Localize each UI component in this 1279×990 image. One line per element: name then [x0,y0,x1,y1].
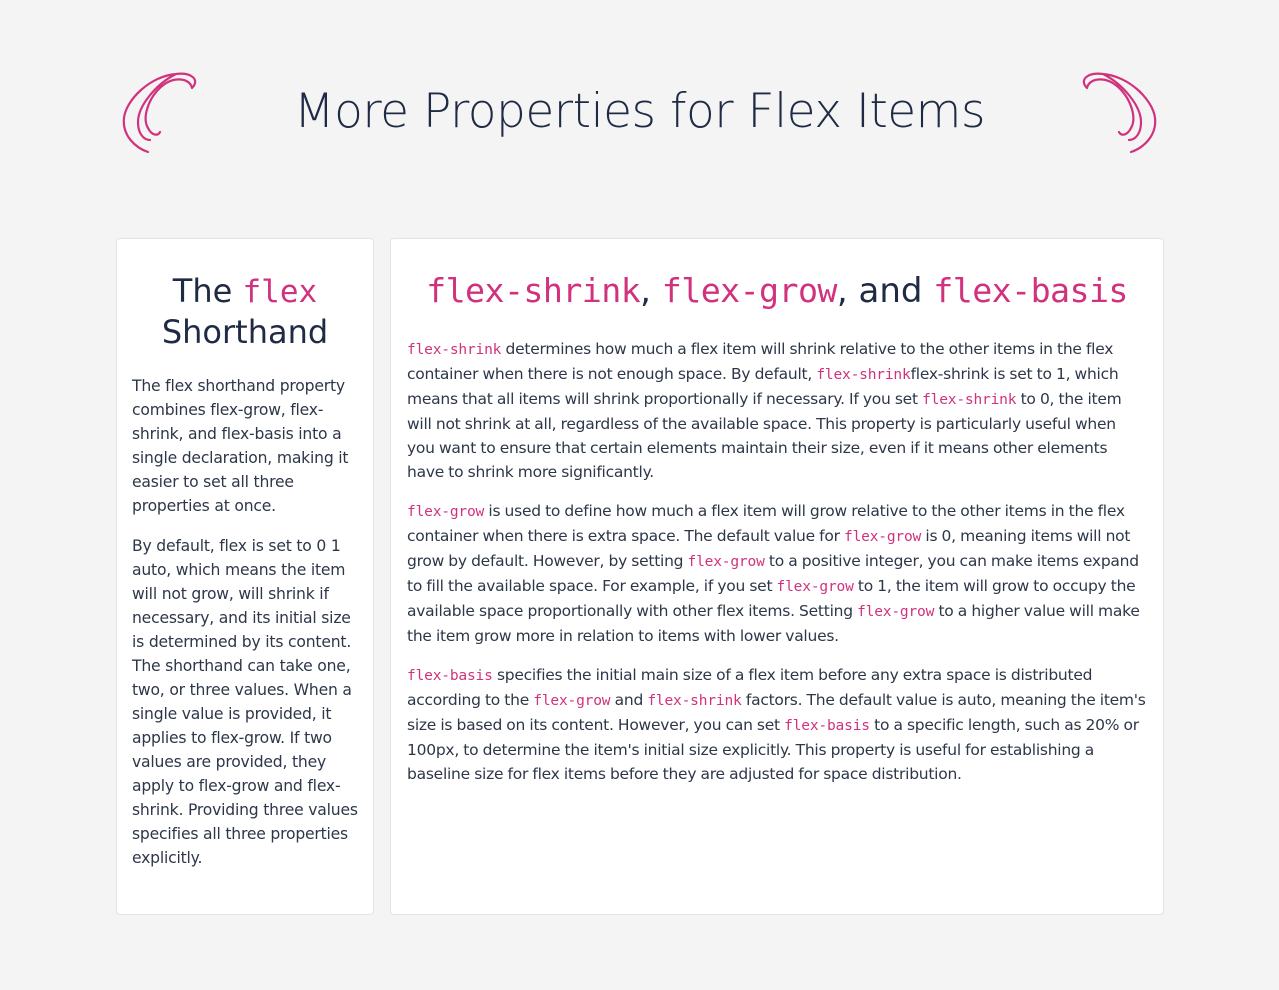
inline-code: flex-grow [776,578,854,595]
shorthand-intro-paragraph: The flex shorthand property combines fle… [132,377,349,515]
flex-properties-title: flex-shrink, flex-grow, and flex-basis [407,271,1147,311]
flex-basis-paragraph: flex-basis specifies the initial main si… [407,663,1147,786]
title-suffix: Shorthand [161,313,329,351]
inline-code: flex-grow [857,603,935,620]
title-code: flex [242,274,318,310]
page-header: More Properties for Flex Items [0,60,1279,160]
flex-shorthand-card: The flex Shorthand The flex shorthand pro… [116,238,374,915]
title-prefix: The [172,272,233,310]
swirl-ornament-right-icon [1082,72,1157,154]
shorthand-default-paragraph: By default, flex is set to 0 1 auto, whi… [132,537,358,867]
flex-shrink-paragraph: flex-shrink determines how much a flex i… [407,337,1147,484]
paragraph-text: and [610,691,648,709]
title-code-basis: flex-basis [933,271,1128,310]
title-code-grow: flex-grow [661,271,838,310]
flex-grow-paragraph: flex-grow is used to define how much a f… [407,499,1147,648]
flex-shorthand-title: The flex Shorthand [132,271,358,352]
inline-code: flex-shrink [922,391,1017,408]
inline-code: flex-basis [407,667,493,684]
inline-code: flex-grow [407,503,485,520]
title-separator: , [640,271,651,311]
flex-properties-card: flex-shrink, flex-grow, and flex-basis f… [390,238,1164,915]
inline-code: flex-grow [687,553,765,570]
inline-code: flex-shrink [407,341,502,358]
inline-code: flex-shrink [816,366,911,383]
inline-code: flex-shrink [647,692,742,709]
inline-code: flex-grow [533,692,611,709]
title-separator: , and [836,271,923,311]
inline-code: flex-basis [784,717,870,734]
title-code-shrink: flex-shrink [426,271,641,310]
inline-code: flex-grow [844,528,922,545]
